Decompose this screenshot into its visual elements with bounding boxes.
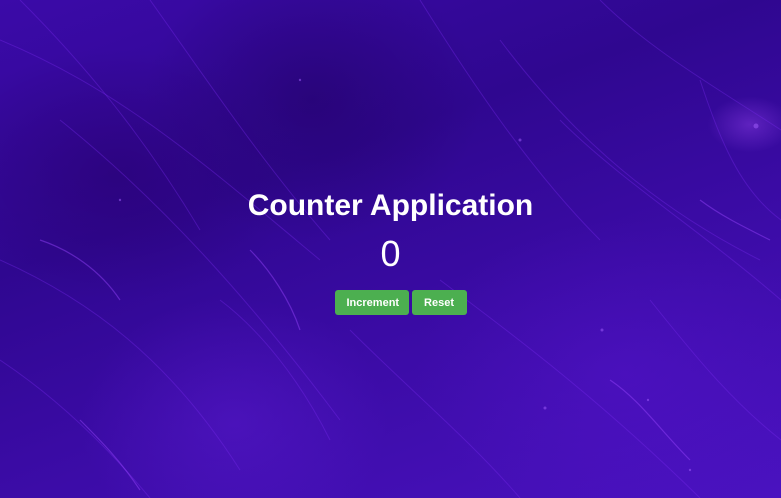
counter-panel: Counter Application 0 Increment Reset [0,188,781,315]
increment-button[interactable]: Increment [334,290,409,315]
button-group: Increment Reset [0,290,781,315]
app-title: Counter Application [247,189,534,222]
counter-value: 0 [380,233,401,274]
reset-button[interactable]: Reset [411,290,467,315]
